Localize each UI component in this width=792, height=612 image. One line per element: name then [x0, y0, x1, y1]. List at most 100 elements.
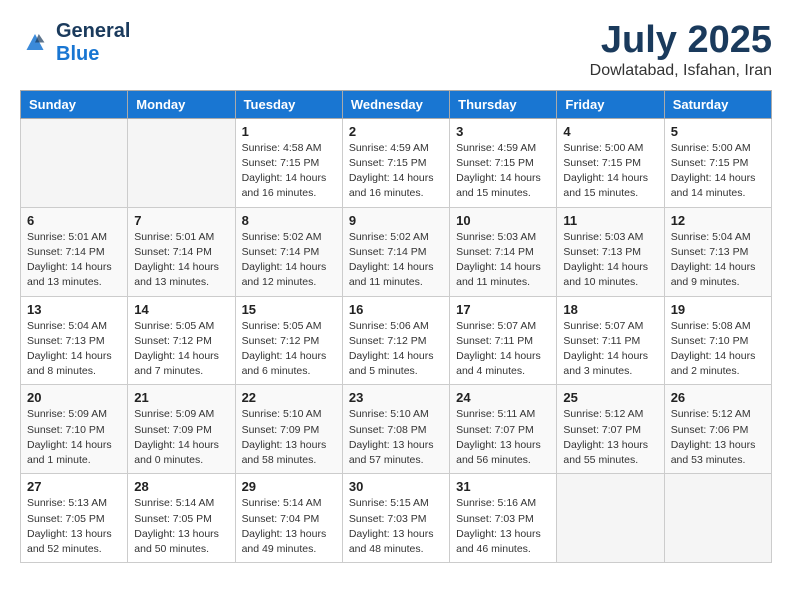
- day-number: 2: [349, 124, 443, 139]
- day-number: 16: [349, 302, 443, 317]
- header-day-tuesday: Tuesday: [235, 90, 342, 118]
- week-row-5: 27Sunrise: 5:13 AMSunset: 7:05 PMDayligh…: [21, 474, 772, 563]
- header-day-saturday: Saturday: [664, 90, 771, 118]
- day-number: 6: [27, 213, 121, 228]
- calendar-cell: 15 Sunrise: 5:05 AMSunset: 7:12 PMDayligh…: [235, 296, 342, 385]
- calendar-cell: 1 Sunrise: 4:58 AMSunset: 7:15 PMDaylight…: [235, 118, 342, 207]
- calendar-cell: 12 Sunrise: 5:04 AMSunset: 7:13 PMDayligh…: [664, 207, 771, 296]
- cell-content: Sunrise: 5:14 AMSunset: 7:04 PMDaylight:…: [242, 496, 336, 557]
- day-number: 3: [456, 124, 550, 139]
- calendar-cell: 6 Sunrise: 5:01 AMSunset: 7:14 PMDaylight…: [21, 207, 128, 296]
- week-row-2: 6 Sunrise: 5:01 AMSunset: 7:14 PMDaylight…: [21, 207, 772, 296]
- calendar-cell: [21, 118, 128, 207]
- calendar-cell: 20 Sunrise: 5:09 AMSunset: 7:10 PMDayligh…: [21, 385, 128, 474]
- cell-content: Sunrise: 5:07 AMSunset: 7:11 PMDaylight:…: [563, 319, 657, 380]
- logo: General Blue: [20, 20, 130, 66]
- day-number: 22: [242, 390, 336, 405]
- cell-content: Sunrise: 5:06 AMSunset: 7:12 PMDaylight:…: [349, 319, 443, 380]
- calendar-header-row: SundayMondayTuesdayWednesdayThursdayFrid…: [21, 90, 772, 118]
- day-number: 7: [134, 213, 228, 228]
- day-number: 17: [456, 302, 550, 317]
- day-number: 31: [456, 479, 550, 494]
- calendar-cell: 16 Sunrise: 5:06 AMSunset: 7:12 PMDayligh…: [342, 296, 449, 385]
- cell-content: Sunrise: 5:03 AMSunset: 7:14 PMDaylight:…: [456, 230, 550, 291]
- day-number: 12: [671, 213, 765, 228]
- calendar-cell: 9 Sunrise: 5:02 AMSunset: 7:14 PMDaylight…: [342, 207, 449, 296]
- cell-content: Sunrise: 4:59 AMSunset: 7:15 PMDaylight:…: [456, 141, 550, 202]
- calendar-cell: 19 Sunrise: 5:08 AMSunset: 7:10 PMDayligh…: [664, 296, 771, 385]
- day-number: 1: [242, 124, 336, 139]
- header-day-wednesday: Wednesday: [342, 90, 449, 118]
- day-number: 20: [27, 390, 121, 405]
- day-number: 29: [242, 479, 336, 494]
- cell-content: Sunrise: 5:02 AMSunset: 7:14 PMDaylight:…: [349, 230, 443, 291]
- cell-content: Sunrise: 5:09 AMSunset: 7:10 PMDaylight:…: [27, 407, 121, 468]
- calendar-cell: 21Sunrise: 5:09 AMSunset: 7:09 PMDayligh…: [128, 385, 235, 474]
- week-row-4: 20 Sunrise: 5:09 AMSunset: 7:10 PMDayligh…: [21, 385, 772, 474]
- cell-content: Sunrise: 5:05 AMSunset: 7:12 PMDaylight:…: [134, 319, 228, 380]
- calendar-title: July 2025: [590, 20, 772, 62]
- calendar-cell: 10 Sunrise: 5:03 AMSunset: 7:14 PMDayligh…: [450, 207, 557, 296]
- calendar-cell: 24Sunrise: 5:11 AMSunset: 7:07 PMDayligh…: [450, 385, 557, 474]
- day-number: 26: [671, 390, 765, 405]
- header-day-friday: Friday: [557, 90, 664, 118]
- day-number: 9: [349, 213, 443, 228]
- cell-content: Sunrise: 5:02 AMSunset: 7:14 PMDaylight:…: [242, 230, 336, 291]
- week-row-3: 13Sunrise: 5:04 AMSunset: 7:13 PMDayligh…: [21, 296, 772, 385]
- day-number: 21: [134, 390, 228, 405]
- header-day-thursday: Thursday: [450, 90, 557, 118]
- day-number: 14: [134, 302, 228, 317]
- cell-content: Sunrise: 5:00 AMSunset: 7:15 PMDaylight:…: [563, 141, 657, 202]
- cell-content: Sunrise: 5:04 AMSunset: 7:13 PMDaylight:…: [671, 230, 765, 291]
- calendar-cell: 29 Sunrise: 5:14 AMSunset: 7:04 PMDayligh…: [235, 474, 342, 563]
- calendar-cell: 27Sunrise: 5:13 AMSunset: 7:05 PMDayligh…: [21, 474, 128, 563]
- cell-content: Sunrise: 5:14 AMSunset: 7:05 PMDaylight:…: [134, 496, 228, 557]
- calendar-cell: 2Sunrise: 4:59 AMSunset: 7:15 PMDaylight…: [342, 118, 449, 207]
- calendar-table: SundayMondayTuesdayWednesdayThursdayFrid…: [20, 90, 772, 563]
- cell-content: Sunrise: 5:12 AMSunset: 7:06 PMDaylight:…: [671, 407, 765, 468]
- cell-content: Sunrise: 5:07 AMSunset: 7:11 PMDaylight:…: [456, 319, 550, 380]
- day-number: 11: [563, 213, 657, 228]
- calendar-cell: 30 Sunrise: 5:15 AMSunset: 7:03 PMDayligh…: [342, 474, 449, 563]
- cell-content: Sunrise: 5:01 AMSunset: 7:14 PMDaylight:…: [27, 230, 121, 291]
- cell-content: Sunrise: 5:16 AMSunset: 7:03 PMDaylight:…: [456, 496, 550, 557]
- cell-content: Sunrise: 5:03 AMSunset: 7:13 PMDaylight:…: [563, 230, 657, 291]
- day-number: 5: [671, 124, 765, 139]
- cell-content: Sunrise: 5:10 AMSunset: 7:09 PMDaylight:…: [242, 407, 336, 468]
- day-number: 15: [242, 302, 336, 317]
- day-number: 18: [563, 302, 657, 317]
- calendar-cell: 7Sunrise: 5:01 AMSunset: 7:14 PMDaylight…: [128, 207, 235, 296]
- day-number: 25: [563, 390, 657, 405]
- day-number: 10: [456, 213, 550, 228]
- logo-text-block: General Blue: [56, 20, 130, 66]
- cell-content: Sunrise: 5:12 AMSunset: 7:07 PMDaylight:…: [563, 407, 657, 468]
- cell-content: Sunrise: 5:05 AMSunset: 7:12 PMDaylight:…: [242, 319, 336, 380]
- calendar-cell: 5 Sunrise: 5:00 AMSunset: 7:15 PMDaylight…: [664, 118, 771, 207]
- calendar-cell: [128, 118, 235, 207]
- day-number: 28: [134, 479, 228, 494]
- calendar-cell: [664, 474, 771, 563]
- day-number: 4: [563, 124, 657, 139]
- cell-content: Sunrise: 5:08 AMSunset: 7:10 PMDaylight:…: [671, 319, 765, 380]
- calendar-cell: 23 Sunrise: 5:10 AMSunset: 7:08 PMDayligh…: [342, 385, 449, 474]
- cell-content: Sunrise: 5:15 AMSunset: 7:03 PMDaylight:…: [349, 496, 443, 557]
- cell-content: Sunrise: 4:58 AMSunset: 7:15 PMDaylight:…: [242, 141, 336, 202]
- cell-content: Sunrise: 5:10 AMSunset: 7:08 PMDaylight:…: [349, 407, 443, 468]
- day-number: 8: [242, 213, 336, 228]
- calendar-cell: 18 Sunrise: 5:07 AMSunset: 7:11 PMDayligh…: [557, 296, 664, 385]
- logo-icon: [20, 33, 50, 51]
- calendar-cell: 8 Sunrise: 5:02 AMSunset: 7:14 PMDaylight…: [235, 207, 342, 296]
- day-number: 30: [349, 479, 443, 494]
- cell-content: Sunrise: 5:04 AMSunset: 7:13 PMDaylight:…: [27, 319, 121, 380]
- week-row-1: 1 Sunrise: 4:58 AMSunset: 7:15 PMDaylight…: [21, 118, 772, 207]
- calendar-cell: 17 Sunrise: 5:07 AMSunset: 7:11 PMDayligh…: [450, 296, 557, 385]
- calendar-subtitle: Dowlatabad, Isfahan, Iran: [590, 62, 772, 80]
- calendar-cell: 11 Sunrise: 5:03 AMSunset: 7:13 PMDayligh…: [557, 207, 664, 296]
- day-number: 23: [349, 390, 443, 405]
- calendar-cell: 14 Sunrise: 5:05 AMSunset: 7:12 PMDayligh…: [128, 296, 235, 385]
- cell-content: Sunrise: 5:00 AMSunset: 7:15 PMDaylight:…: [671, 141, 765, 202]
- calendar-cell: 31 Sunrise: 5:16 AMSunset: 7:03 PMDayligh…: [450, 474, 557, 563]
- day-number: 19: [671, 302, 765, 317]
- header-day-monday: Monday: [128, 90, 235, 118]
- logo-line1: General: [56, 20, 130, 43]
